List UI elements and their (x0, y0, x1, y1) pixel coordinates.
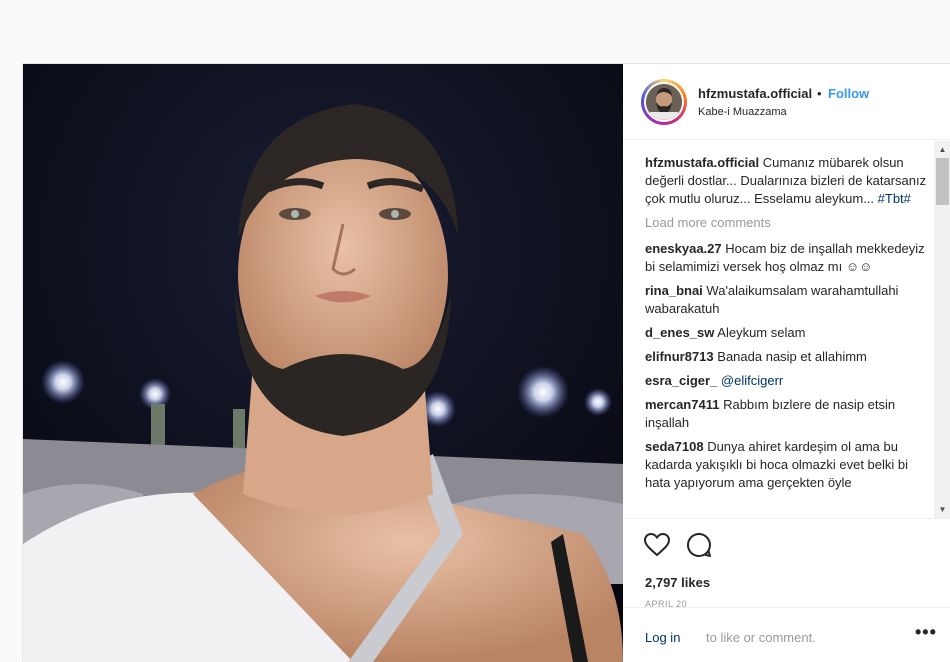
likes-count[interactable]: 2,797 likes (645, 575, 710, 590)
ellipsis-icon[interactable]: ••• (915, 622, 937, 643)
post-photo[interactable] (23, 64, 623, 662)
comment-username[interactable]: elifnur8713 (645, 349, 714, 364)
location-link[interactable]: Kabe-i Muazzama (698, 106, 787, 118)
comment-username[interactable]: rina_bnai (645, 283, 703, 298)
avatar[interactable] (641, 79, 687, 125)
scroll-up-arrow-icon[interactable]: ▲ (934, 141, 950, 158)
comment-username[interactable]: esra_ciger_ (645, 373, 717, 388)
caption-username[interactable]: hfzmustafa.official (645, 155, 759, 170)
comment-item: rina_bnai Wa'alaikumsalam warahamtullahi… (645, 282, 927, 318)
comment-username[interactable]: seda7108 (645, 439, 704, 454)
post-actions: 2,797 likes APRIL 20 (623, 518, 950, 609)
avatar-image (646, 84, 682, 120)
post-header: hfzmustafa.official • Follow Kabe-i Muaz… (623, 64, 950, 140)
post-sidebar: hfzmustafa.official • Follow Kabe-i Muaz… (623, 64, 950, 662)
heart-outline-icon[interactable] (643, 531, 671, 559)
comment-username[interactable]: mercan7411 (645, 397, 719, 412)
comments-scrollbar[interactable]: ▲ ▼ (934, 141, 950, 518)
caption: hfzmustafa.official Cumanız mübarek olsu… (645, 154, 927, 208)
comment-username[interactable]: d_enes_sw (645, 325, 714, 340)
load-more-comments-button[interactable]: Load more comments (645, 214, 941, 232)
comment-item: elifnur8713 Banada nasip et allahimm (645, 348, 927, 366)
comments-list: hfzmustafa.official Cumanız mübarek olsu… (623, 141, 941, 518)
comment-text: Banada nasip et allahimm (717, 349, 867, 364)
post-footer: Log in to like or comment. ••• (623, 607, 950, 662)
follow-button[interactable]: Follow (828, 86, 869, 101)
comment-item: seda7108 Dunya ahiret kardeşim ol ama bu… (645, 438, 927, 492)
header-separator: • (817, 86, 822, 101)
speech-bubble-icon[interactable] (685, 531, 713, 559)
comment-text: Aleykum selam (717, 325, 806, 340)
header-username[interactable]: hfzmustafa.official (698, 86, 812, 101)
login-prompt-text: to like or comment. (706, 630, 816, 645)
comment-username[interactable]: eneskyaa.27 (645, 241, 722, 256)
comment-mention[interactable]: @elifcigerr (721, 373, 783, 388)
scrollbar-thumb[interactable] (936, 158, 949, 205)
comment-item: d_enes_sw Aleykum selam (645, 324, 927, 342)
scroll-down-arrow-icon[interactable]: ▼ (934, 501, 950, 518)
comment-item: esra_ciger_ @elifcigerr (645, 372, 927, 390)
caption-hashtag[interactable]: #Tbt# (878, 191, 911, 206)
comment-item: eneskyaa.27 Hocam biz de inşallah mekked… (645, 240, 927, 276)
instagram-post: hfzmustafa.official • Follow Kabe-i Muaz… (22, 63, 950, 662)
login-link[interactable]: Log in (645, 630, 680, 645)
comment-item: mercan7411 Rabbım bızlere de nasip etsin… (645, 396, 927, 432)
